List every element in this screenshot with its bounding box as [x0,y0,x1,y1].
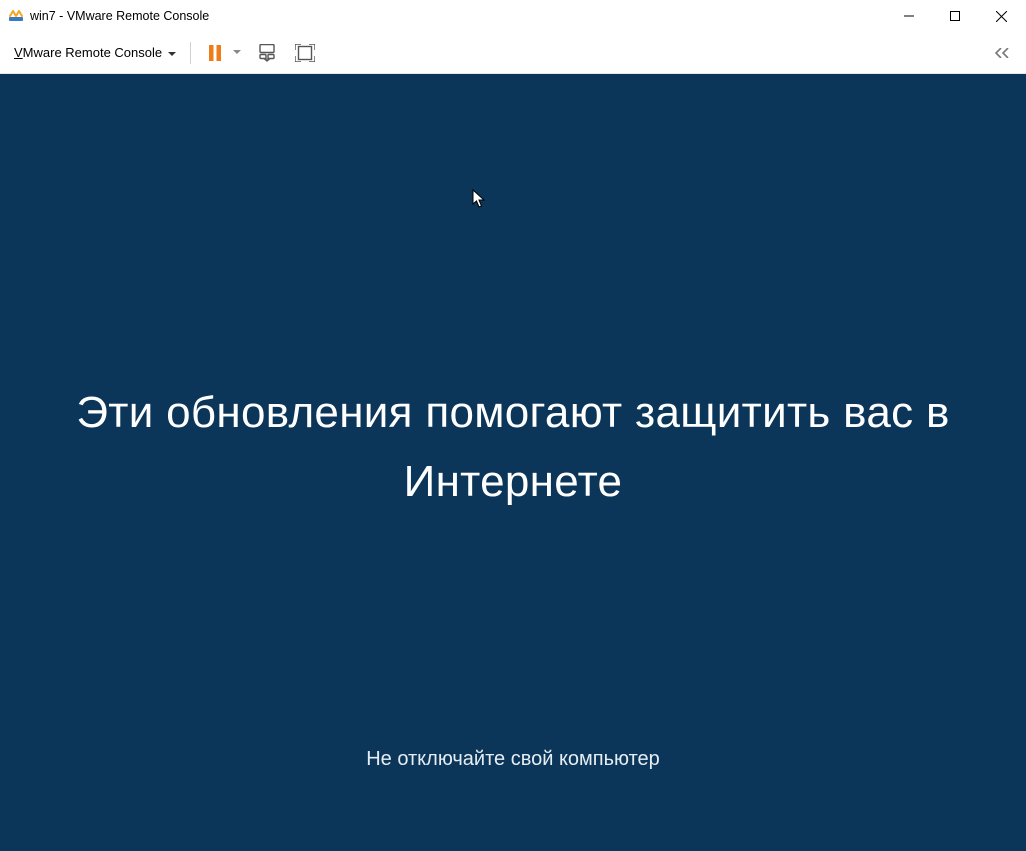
fullscreen-icon [295,44,315,62]
pause-dropdown[interactable] [231,46,243,59]
toolbar: VMware Remote Console [0,32,1026,74]
close-icon [996,11,1007,22]
toolbar-separator [190,42,191,64]
maximize-icon [950,11,960,21]
send-ctrl-alt-del-button[interactable] [251,40,283,66]
update-main-message: Эти обновления помогают защитить вас в И… [23,379,1003,515]
mouse-cursor-icon [472,189,486,214]
titlebar: win7 - VMware Remote Console [0,0,1026,32]
maximize-button[interactable] [932,0,978,32]
chevron-down-icon [168,45,176,60]
pause-icon [207,44,223,62]
fullscreen-button[interactable] [289,40,321,66]
window-controls [886,0,1024,32]
collapse-toolbar-button[interactable] [986,44,1016,62]
send-keys-icon [257,44,277,62]
pause-button[interactable] [201,40,229,66]
minimize-button[interactable] [886,0,932,32]
update-sub-message: Не отключайте свой компьютер [366,748,660,771]
minimize-icon [904,11,914,21]
close-button[interactable] [978,0,1024,32]
menu-label-rest: Mware Remote Console [23,45,162,60]
window-title: win7 - VMware Remote Console [30,9,209,23]
double-chevron-left-icon [992,48,1010,58]
vm-guest-screen[interactable]: Эти обновления помогают защитить вас в И… [0,74,1026,851]
vmware-app-icon [8,8,24,24]
vmware-console-menu[interactable]: VMware Remote Console [10,41,180,64]
chevron-down-icon [233,50,241,55]
menu-label-mnemonic: V [14,45,23,60]
